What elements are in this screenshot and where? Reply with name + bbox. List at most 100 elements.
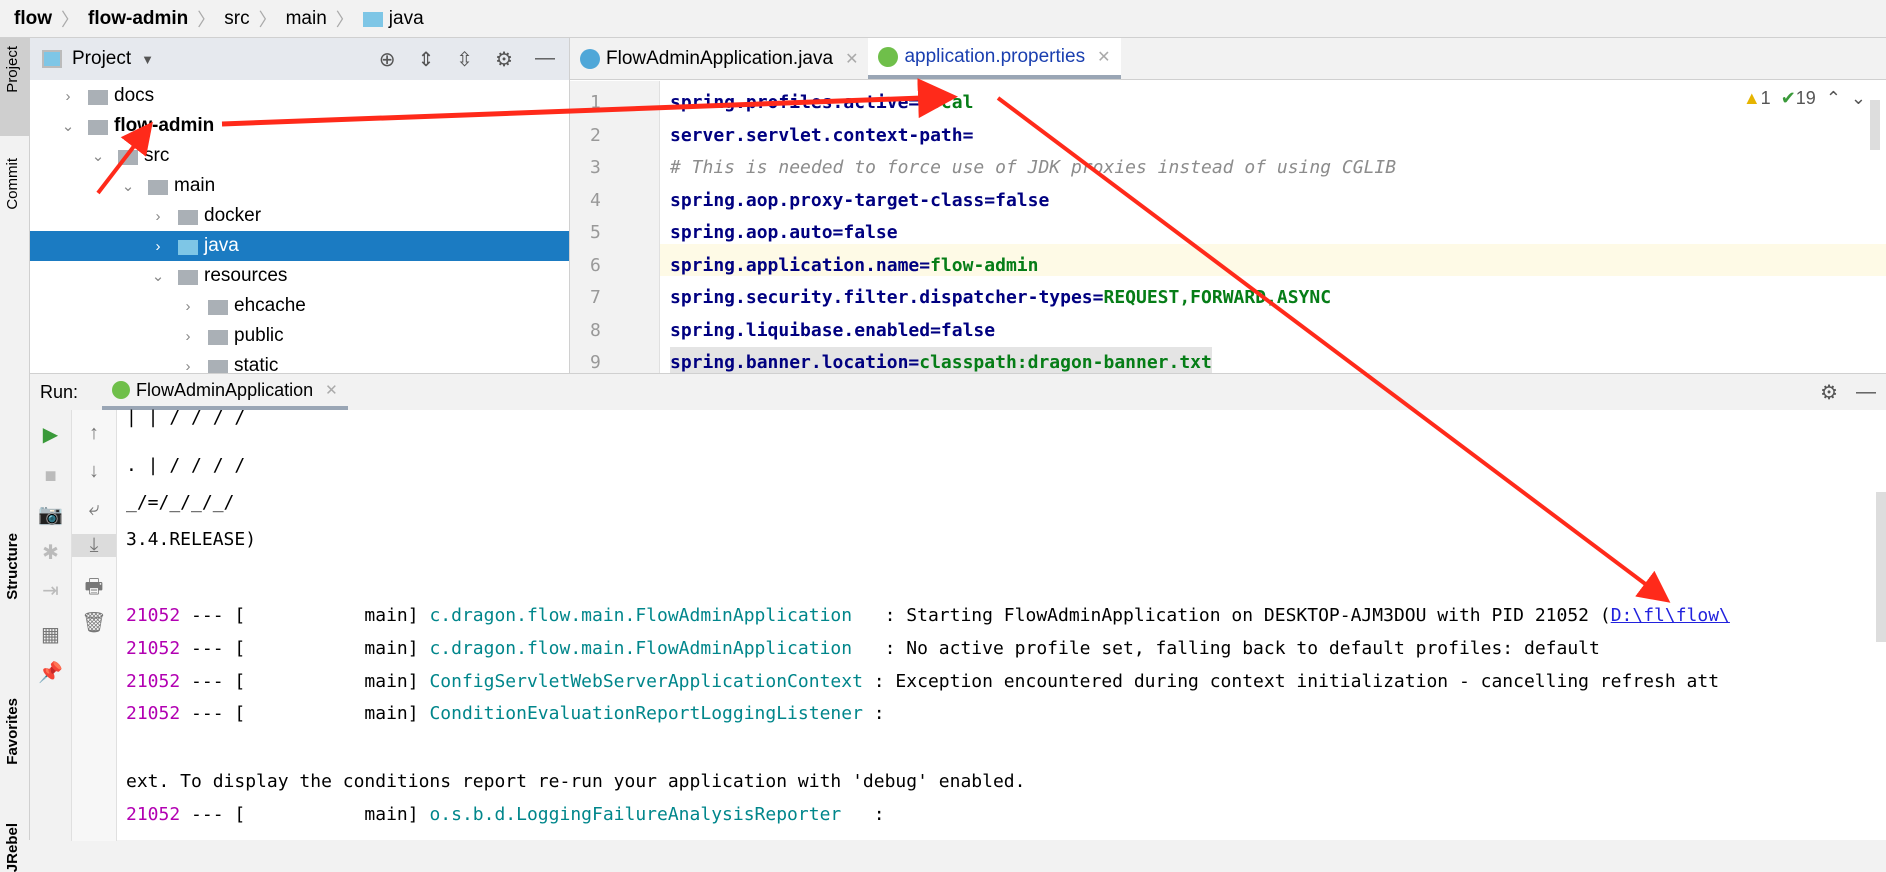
code-line[interactable]: server.servlet.context-path= [670, 120, 973, 152]
breadcrumb-item[interactable]: flow [14, 8, 52, 30]
commit-tool-button[interactable]: Commit [4, 158, 21, 210]
folder-icon [362, 12, 383, 27]
previous-highlight-icon[interactable]: ⌃ [1826, 88, 1841, 109]
locate-icon[interactable]: ⊕ [379, 47, 396, 72]
console-line: 21052 --- [ main] o.s.b.d.LoggingFailure… [126, 799, 885, 831]
tree-item[interactable]: ⌄ main [30, 171, 569, 201]
chevron-right-icon[interactable]: › [58, 88, 78, 105]
trash-icon[interactable]: 🗑 [72, 610, 116, 635]
tree-item[interactable]: ⌄ resources [30, 261, 569, 291]
folder-icon [178, 209, 198, 225]
chevron-down-icon[interactable]: ⌄ [148, 267, 168, 285]
breadcrumb-item[interactable]: main [286, 8, 327, 30]
check-count: 19 [1795, 88, 1816, 108]
folder-icon [208, 299, 228, 315]
editor-scrollbar[interactable] [1870, 100, 1880, 150]
property-value: flow-admin [930, 254, 1039, 276]
tab-flowadminapplication-java[interactable]: FlowAdminApplication.java ✕ [570, 38, 868, 79]
close-icon[interactable]: ✕ [845, 49, 858, 69]
breadcrumb-item[interactable]: java [389, 8, 424, 30]
console-cls: ConfigServletWebServerApplicationContext [429, 671, 863, 692]
console-mid: --- [ main] [180, 605, 430, 626]
layout-icon[interactable]: ▦ [30, 622, 71, 647]
console-mid: --- [ main] [180, 638, 430, 659]
arrow-down-icon[interactable]: ↓ [72, 460, 116, 483]
console-msg: : [862, 804, 885, 825]
pin-icon[interactable]: 📌 [30, 660, 71, 685]
scroll-to-end-icon[interactable]: ⤓ [72, 534, 116, 557]
console-pid: 21052 [126, 605, 181, 626]
chevron-down-icon[interactable]: ▼ [141, 52, 154, 67]
code-line[interactable]: spring.application.name=flow-admin [670, 250, 1038, 282]
exit-icon[interactable]: ⇥ [30, 578, 71, 603]
minimize-icon[interactable]: — [535, 47, 555, 72]
chevron-right-icon[interactable]: › [178, 358, 198, 375]
stop-icon[interactable]: ■ [30, 465, 71, 488]
structure-tool-button[interactable]: Structure [4, 533, 21, 600]
favorites-tool-button[interactable]: Favorites [4, 698, 21, 765]
project-panel-header: Project ▼ ⊕ ⇕ ⇳ ⚙ — [30, 38, 569, 80]
tree-item[interactable]: › public [30, 321, 569, 351]
close-icon[interactable]: ✕ [325, 381, 338, 399]
check-icon: ✔ [1780, 88, 1796, 108]
code-line[interactable]: spring.aop.auto=false [670, 217, 898, 249]
gear-icon[interactable]: ⚙ [1820, 380, 1838, 405]
project-panel: Project ▼ ⊕ ⇕ ⇳ ⚙ — › docs ⌄ flow-admin ⌄ src ⌄… [30, 38, 570, 376]
minimize-icon[interactable]: — [1856, 381, 1876, 404]
console-msg: : No active profile set, falling back to… [873, 638, 1600, 659]
chevron-right-icon[interactable]: › [148, 238, 168, 255]
debug-icon[interactable]: ✱ [30, 540, 71, 565]
next-highlight-icon[interactable]: ⌄ [1851, 88, 1866, 109]
console-line: 21052 --- [ main] c.dragon.flow.main.Flo… [126, 600, 1730, 632]
jrebel-tool-button[interactable]: JRebel [4, 823, 21, 872]
chevron-right-icon[interactable]: › [178, 328, 198, 345]
tree-item-label: ehcache [234, 295, 306, 316]
project-tool-button[interactable]: Project [4, 46, 21, 93]
console-line: 21052 --- [ main] ConditionEvaluationRep… [126, 698, 885, 730]
tree-item-label: flow-admin [114, 115, 215, 136]
tree-item[interactable]: › java [30, 231, 569, 261]
tree-item-label: docs [114, 85, 155, 106]
console-msg: : [862, 703, 885, 724]
console-scrollbar[interactable] [1876, 492, 1886, 642]
code-line[interactable]: spring.liquibase.enabled=false [670, 315, 995, 347]
line-number: 3 [590, 157, 601, 178]
project-view-selector[interactable]: Project [72, 48, 131, 70]
expand-all-icon[interactable]: ⇕ [418, 47, 435, 72]
gear-icon[interactable]: ⚙ [495, 47, 513, 72]
warning-icon: ▲ [1742, 88, 1761, 108]
tree-item[interactable]: › ehcache [30, 291, 569, 321]
collapse-all-icon[interactable]: ⇳ [456, 47, 473, 72]
soft-wrap-icon[interactable]: ⤶ [72, 498, 116, 521]
project-view-icon [42, 50, 62, 68]
console-msg: : Exception encountered during context i… [862, 671, 1720, 692]
breadcrumb-item[interactable]: src [224, 8, 249, 30]
folder-icon [148, 179, 168, 195]
console-link[interactable]: D:\fl\flow\ [1611, 605, 1730, 626]
code-line[interactable]: # This is needed to force use of JDK pro… [670, 152, 1396, 184]
tree-item[interactable]: › docker [30, 201, 569, 231]
rerun-icon[interactable]: ▶ [30, 422, 71, 447]
tree-item[interactable]: ⌄ flow-admin [30, 111, 569, 141]
chevron-right-icon[interactable]: › [148, 208, 168, 225]
property-key: server.servlet.context-path= [670, 124, 974, 146]
code-line[interactable]: spring.security.filter.dispatcher-types=… [670, 282, 1331, 314]
code-line[interactable]: spring.profiles.active=local [670, 87, 973, 119]
code-line[interactable]: spring.aop.proxy-target-class=false [670, 185, 1049, 217]
breadcrumb-item[interactable]: flow-admin [88, 8, 188, 30]
tree-item[interactable]: › docs [30, 81, 569, 111]
chevron-down-icon[interactable]: ⌄ [88, 147, 108, 165]
chevron-down-icon[interactable]: ⌄ [118, 177, 138, 195]
inspection-widget[interactable]: ▲1 ✔19 ⌃ ⌄ [1743, 88, 1866, 109]
print-icon[interactable]: 🖶 [72, 572, 116, 606]
close-icon[interactable]: ✕ [1097, 47, 1110, 67]
tab-application-properties[interactable]: application.properties ✕ [868, 38, 1121, 79]
console-text: ext. To display the conditions report re… [126, 771, 1026, 792]
arrow-up-icon[interactable]: ↑ [72, 422, 116, 445]
tree-item[interactable]: ⌄ src [30, 141, 569, 171]
spring-properties-icon [878, 46, 899, 67]
chevron-down-icon[interactable]: ⌄ [58, 117, 78, 135]
chevron-right-icon[interactable]: › [178, 298, 198, 315]
line-number: 7 [590, 287, 601, 308]
camera-icon[interactable]: 📷 [30, 502, 71, 527]
